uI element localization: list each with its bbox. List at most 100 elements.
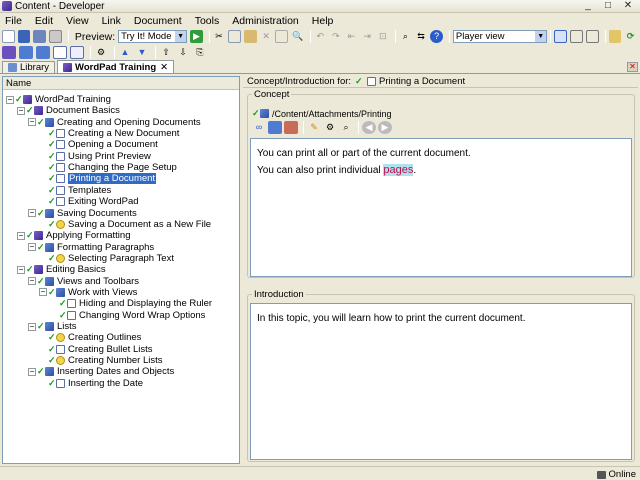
tree-item[interactable]: ✓ Using Print Preview bbox=[39, 151, 151, 162]
help-icon[interactable]: ? bbox=[430, 30, 443, 43]
tree-item[interactable]: − ✓ Document Basics bbox=[17, 105, 120, 116]
tree-item[interactable]: ✓ Changing Word Wrap Options bbox=[50, 310, 205, 321]
menu-administration[interactable]: Administration bbox=[232, 15, 299, 27]
find-icon[interactable]: 🔍 bbox=[291, 30, 304, 43]
package-icon[interactable] bbox=[268, 121, 282, 134]
move-up-icon[interactable]: ▲ bbox=[118, 46, 132, 59]
tree-item[interactable]: ✓ Creating a New Document bbox=[39, 128, 179, 139]
tree-item[interactable]: − ✓ Saving Documents bbox=[28, 208, 137, 219]
preview-mode-select[interactable]: Try It! Mode ▼ bbox=[118, 30, 188, 43]
print-icon[interactable] bbox=[49, 30, 62, 43]
minimize-button[interactable]: _ bbox=[578, 0, 598, 12]
paste-icon[interactable] bbox=[244, 30, 257, 43]
new-web-page-icon[interactable] bbox=[70, 46, 84, 59]
tree-item[interactable]: ✓ Creating Number Lists bbox=[39, 355, 163, 366]
layout-two-icon[interactable] bbox=[569, 30, 583, 43]
copy-icon[interactable] bbox=[228, 30, 242, 43]
concept-hyperlink[interactable]: pages bbox=[383, 164, 414, 176]
collapse-icon[interactable]: − bbox=[39, 288, 47, 297]
refresh-icon[interactable]: ⟳ bbox=[624, 30, 637, 43]
tree-item[interactable]: − ✓ Lists bbox=[28, 321, 77, 332]
collapse-icon[interactable]: − bbox=[28, 209, 36, 217]
check-in-icon[interactable]: ⎘ bbox=[193, 46, 207, 59]
collapse-icon[interactable]: − bbox=[28, 322, 36, 331]
menu-edit[interactable]: Edit bbox=[35, 15, 53, 27]
outdent-icon[interactable]: ⇤ bbox=[345, 30, 358, 43]
introduction-editor[interactable]: In this topic, you will learn how to pri… bbox=[250, 303, 632, 460]
redo-icon[interactable]: ↷ bbox=[330, 30, 343, 43]
tree-item[interactable]: ✓ Inserting the Date bbox=[39, 378, 143, 389]
menu-view[interactable]: View bbox=[66, 15, 89, 27]
demote-icon[interactable]: ⇩ bbox=[176, 46, 190, 59]
new-section-icon[interactable] bbox=[36, 46, 50, 59]
layout-one-icon[interactable] bbox=[554, 30, 567, 43]
tree-item[interactable]: ✓ Printing a Document bbox=[39, 173, 157, 185]
new-book-icon[interactable] bbox=[2, 46, 16, 59]
tree-item[interactable]: ✓ Changing the Page Setup bbox=[39, 162, 177, 173]
binoculars-icon[interactable]: ⌕ bbox=[399, 30, 412, 43]
tree-item[interactable]: − ✓ Creating and Opening Documents bbox=[28, 117, 201, 128]
tree-item[interactable]: ✓ Opening a Document bbox=[39, 139, 158, 150]
view-select[interactable]: Player view ▼ bbox=[452, 30, 548, 43]
tree-item[interactable]: ✓ Selecting Paragraph Text bbox=[39, 253, 174, 264]
collapse-icon[interactable]: − bbox=[17, 231, 25, 240]
collapse-icon[interactable]: − bbox=[28, 118, 36, 127]
tree-item[interactable]: ✓ Saving a Document as a New File bbox=[39, 219, 211, 230]
new-chapter-icon[interactable] bbox=[19, 46, 33, 59]
tree-item[interactable]: ✓ Creating Bullet Lists bbox=[39, 344, 152, 355]
menu-document[interactable]: Document bbox=[134, 15, 182, 27]
collapse-icon[interactable]: − bbox=[17, 265, 25, 274]
layout-three-icon[interactable] bbox=[585, 30, 599, 43]
undo-icon[interactable]: ↶ bbox=[314, 30, 327, 43]
menu-tools[interactable]: Tools bbox=[195, 15, 220, 27]
move-down-icon[interactable]: ▼ bbox=[135, 46, 149, 59]
close-document-icon[interactable]: ✕ bbox=[627, 62, 638, 72]
tree-item[interactable]: − ✓ Work with Views bbox=[39, 287, 137, 298]
maximize-button[interactable]: □ bbox=[598, 0, 618, 12]
tree-item[interactable]: − ✓ Formatting Paragraphs bbox=[28, 242, 154, 253]
link-icon[interactable]: ⊡ bbox=[376, 30, 389, 43]
indent-icon[interactable]: ⇥ bbox=[361, 30, 374, 43]
link-icon[interactable]: ∞ bbox=[252, 121, 266, 134]
tree-item[interactable]: ✓ Creating Outlines bbox=[39, 332, 141, 343]
settings-icon[interactable]: ⚙ bbox=[94, 46, 108, 59]
back-icon[interactable]: ◀ bbox=[362, 121, 376, 134]
go-icon[interactable]: ▶ bbox=[190, 30, 203, 43]
tree-item[interactable]: ✓ Hiding and Displaying the Ruler bbox=[50, 298, 212, 309]
close-button[interactable]: ✕ bbox=[618, 0, 638, 12]
forward-icon[interactable]: ▶ bbox=[378, 121, 392, 134]
tab-wordpad-training[interactable]: WordPad Training ✕ bbox=[57, 60, 175, 73]
collapse-icon[interactable]: − bbox=[17, 106, 25, 115]
save-icon[interactable] bbox=[17, 30, 31, 43]
tree-item[interactable]: − ✓ Applying Formatting bbox=[17, 230, 130, 241]
menu-file[interactable]: File bbox=[5, 15, 22, 27]
collapse-icon[interactable]: − bbox=[28, 367, 36, 376]
tree-item[interactable]: − ✓ Editing Basics bbox=[17, 264, 106, 275]
tree-item[interactable]: − ✓ WordPad Training bbox=[6, 94, 111, 105]
edit-pencil-icon[interactable]: ✎ bbox=[307, 121, 321, 134]
tree-item[interactable]: − ✓ Inserting Dates and Objects bbox=[28, 366, 174, 377]
tree-item[interactable]: − ✓ Views and Toolbars bbox=[28, 276, 139, 287]
menu-help[interactable]: Help bbox=[312, 15, 334, 27]
menu-link[interactable]: Link bbox=[102, 15, 121, 27]
tree-item[interactable]: ✓ Templates bbox=[39, 185, 111, 196]
replace-icon[interactable]: ⇆ bbox=[415, 30, 428, 43]
save-all-icon[interactable] bbox=[33, 30, 47, 43]
tree-item[interactable]: ✓ Exiting WordPad bbox=[39, 196, 139, 207]
rename-icon[interactable] bbox=[275, 30, 289, 43]
collapse-icon[interactable]: − bbox=[28, 243, 36, 252]
collapse-icon[interactable]: − bbox=[6, 95, 14, 104]
outline-column-header[interactable]: Name bbox=[3, 77, 239, 90]
cut-icon[interactable]: ✂ bbox=[213, 30, 226, 43]
tab-close-icon[interactable]: ✕ bbox=[160, 62, 168, 73]
collapse-icon[interactable]: − bbox=[28, 277, 36, 286]
properties-icon[interactable] bbox=[608, 30, 622, 43]
delete-icon[interactable]: ✕ bbox=[260, 30, 273, 43]
promote-icon[interactable]: ⇧ bbox=[159, 46, 173, 59]
new-icon[interactable] bbox=[2, 30, 15, 43]
concept-editor[interactable]: You can print all or part of the current… bbox=[250, 138, 632, 277]
new-topic-icon[interactable] bbox=[53, 46, 67, 59]
tab-library[interactable]: Library bbox=[2, 61, 56, 73]
image-icon[interactable] bbox=[284, 121, 298, 134]
preview-icon[interactable]: ⌕ bbox=[339, 121, 353, 134]
